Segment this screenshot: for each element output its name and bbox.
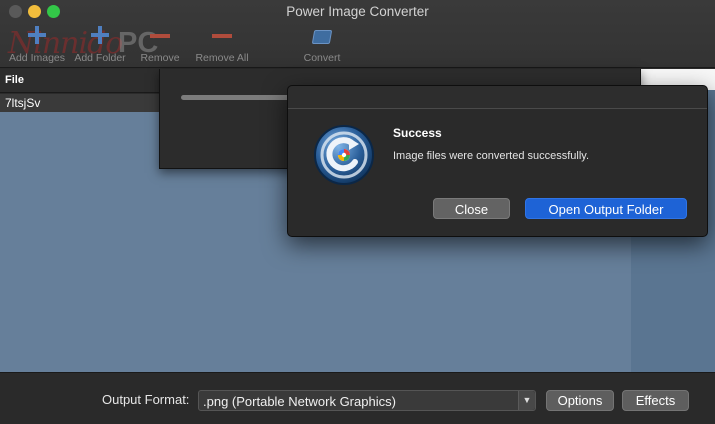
add-folder-button[interactable]: Add Folder xyxy=(72,24,128,64)
minus-icon xyxy=(150,34,170,38)
options-button[interactable]: Options xyxy=(546,390,614,411)
convert-icon xyxy=(311,30,333,44)
alert-title-strip xyxy=(288,86,707,109)
add-images-label: Add Images xyxy=(8,52,66,64)
remove-button[interactable]: Remove xyxy=(138,24,182,64)
alert-message: Image files were converted successfully. xyxy=(393,150,590,162)
effects-button[interactable]: Effects xyxy=(622,390,689,411)
open-output-folder-button[interactable]: Open Output Folder xyxy=(525,198,687,219)
output-format-select[interactable]: .png (Portable Network Graphics) ▼ xyxy=(198,390,536,411)
chevron-down-icon[interactable]: ▼ xyxy=(518,391,535,410)
convert-button[interactable]: Convert xyxy=(300,24,344,64)
file-column-header-label: File xyxy=(5,74,24,86)
output-format-label: Output Format: xyxy=(102,392,190,407)
add-images-button[interactable]: Add Images xyxy=(6,24,68,64)
window-title: Power Image Converter xyxy=(286,4,429,19)
file-name-cell: 7ltsjSv xyxy=(5,96,41,110)
remove-label: Remove xyxy=(140,52,180,64)
minus-icon xyxy=(212,34,232,38)
output-format-value: .png (Portable Network Graphics) xyxy=(203,394,396,409)
plus-icon xyxy=(91,26,109,44)
remove-all-button[interactable]: Remove All xyxy=(193,24,251,64)
alert-title: Success xyxy=(393,126,442,140)
add-folder-label: Add Folder xyxy=(74,52,126,64)
title-bar: Power Image Converter Ninnido PC Add Ima… xyxy=(0,0,715,68)
bottom-bar: Output Format: .png (Portable Network Gr… xyxy=(0,372,715,424)
plus-icon xyxy=(28,26,46,44)
success-alert-dialog: Success Image files were converted succe… xyxy=(287,85,708,237)
app-window: Power Image Converter Ninnido PC Add Ima… xyxy=(0,0,715,424)
power-image-converter-app-icon xyxy=(314,125,374,185)
remove-all-label: Remove All xyxy=(195,52,249,64)
close-button[interactable]: Close xyxy=(433,198,510,219)
convert-label: Convert xyxy=(303,52,341,64)
